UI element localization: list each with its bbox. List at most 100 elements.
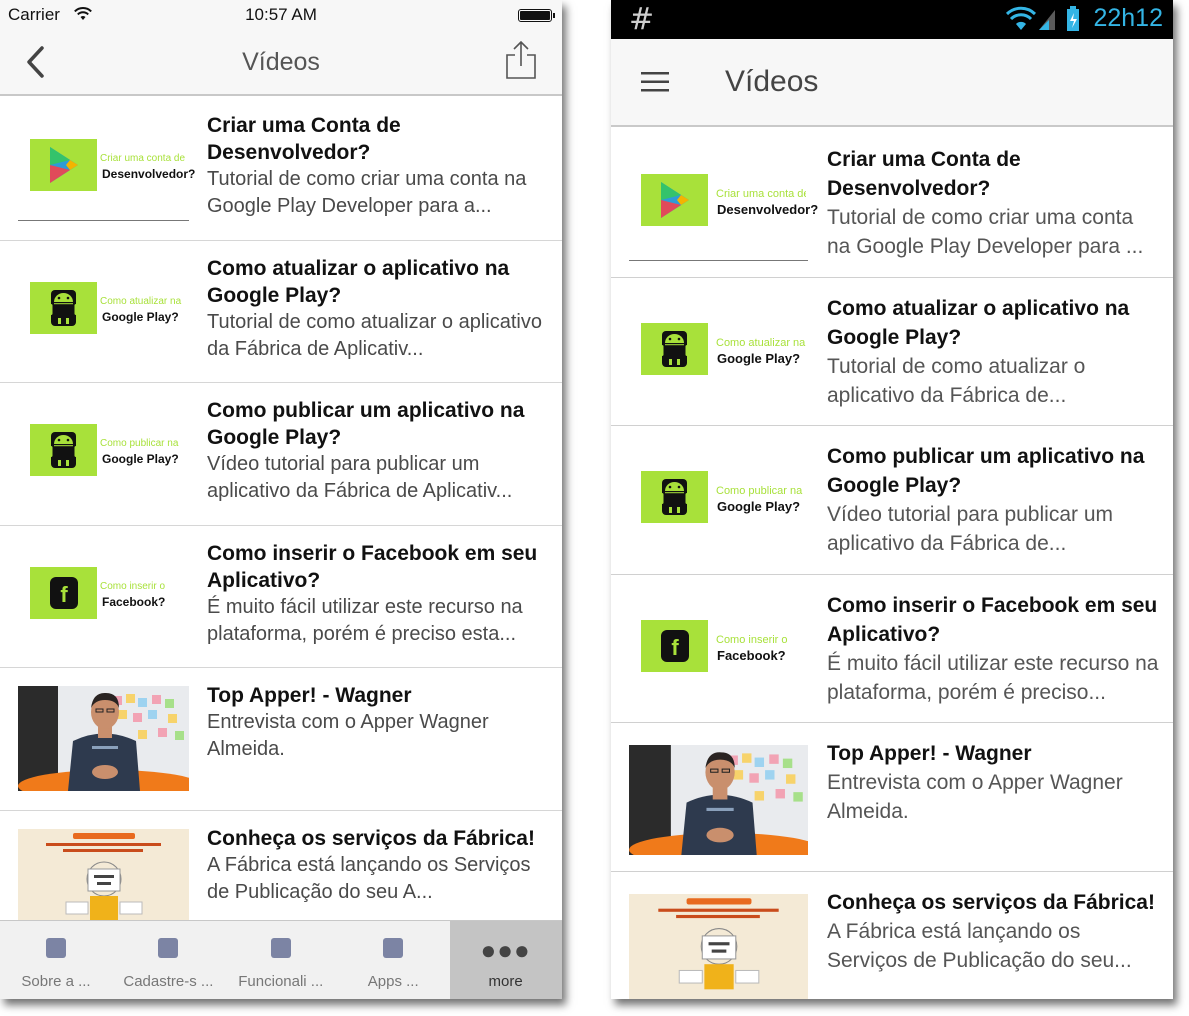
video-list-item[interactable]: Conheça os serviços da Fábrica! A Fábrica… — [0, 811, 562, 920]
ios-navigation-bar: Vídeos — [0, 32, 562, 96]
thumbnail-caption: Como atualizar na — [716, 336, 806, 349]
video-text: Conheça os serviços da Fábrica! A Fábrica… — [827, 888, 1162, 975]
video-thumbnail: Como atualizar na Google Play? — [18, 258, 189, 364]
video-list-item[interactable]: Conheça os serviços da Fábrica! A Fábrica… — [611, 872, 1173, 999]
hamburger-menu-icon[interactable] — [641, 71, 669, 93]
ios-clock: 10:57 AM — [245, 5, 317, 24]
video-list-item[interactable]: Como atualizar na Google Play? Como atuali… — [611, 278, 1173, 426]
tab-register[interactable]: Cadastre-s ... — [112, 921, 224, 999]
google-play-icon — [641, 174, 708, 226]
tab-about[interactable]: Sobre a ... — [0, 921, 112, 999]
thumbnail-heading: Desenvolvedor? — [717, 202, 819, 217]
video-list-item[interactable]: Como publicar na Google Play? Como publica… — [611, 426, 1173, 575]
video-thumbnail: f Como inserir o Facebook? — [18, 543, 189, 649]
page-title: Vídeos — [242, 48, 320, 76]
google-play-icon — [30, 139, 97, 191]
tab-more[interactable]: ●●● more — [449, 921, 562, 999]
ios-screen: Carrier 10:57 AM Vídeos Criar uma conta … — [0, 0, 562, 999]
video-thumbnail — [18, 686, 189, 791]
video-list-item[interactable]: Como publicar na Google Play? Como publica… — [0, 383, 562, 526]
android-icon — [30, 281, 97, 334]
video-list-item[interactable]: Top Apper! - Wagner Entrevista com o Appe… — [0, 668, 562, 811]
video-list-item[interactable]: Top Apper! - Wagner Entrevista com o Appe… — [611, 723, 1173, 872]
ios-status-bar: Carrier 10:57 AM — [0, 0, 562, 32]
video-thumbnail — [18, 828, 189, 920]
android-icon — [30, 424, 97, 476]
video-title: Top Apper! - Wagner — [827, 742, 1032, 765]
tab-label: Cadastre-s ... — [123, 973, 214, 990]
signal-battery-icons — [1005, 6, 1079, 31]
tab-label: Funcionali ... — [238, 973, 324, 990]
thumbnail-caption: Como atualizar na — [100, 295, 182, 307]
page-title: Vídeos — [725, 65, 819, 98]
video-text: Como publicar um aplicativo na Google Pl… — [207, 397, 547, 505]
video-thumbnail: f Como inserir o Facebook? — [629, 596, 808, 707]
video-title: Como atualizar o aplicativo na Google Pl… — [207, 256, 510, 307]
video-title: Como publicar um aplicativo na Google Pl… — [207, 399, 525, 449]
video-description: É muito fácil utilizar este recurso na p… — [827, 651, 1159, 704]
tab-features[interactable]: Funcionali ... — [225, 921, 337, 999]
video-thumbnail: Como publicar na Google Play? — [18, 401, 189, 506]
facebook-icon: f — [30, 566, 97, 619]
tab-label: Sobre a ... — [21, 973, 91, 990]
video-description: A Fábrica está lançando os Serviços de P… — [827, 919, 1132, 972]
thumbnail-caption: Criar uma conta de — [100, 153, 186, 164]
ios-tab-bar: Sobre a ... Cadastre-s ... Funcionali ... A… — [0, 920, 562, 999]
thumbnail-caption: Criar uma conta de — [716, 188, 806, 200]
video-text: Como publicar um aplicativo na Google Pl… — [827, 442, 1162, 558]
video-title: Como inserir o Facebook em seu Aplicativ… — [207, 541, 538, 592]
video-thumbnail: Como publicar na Google Play? — [629, 448, 808, 558]
video-title: Criar uma Conta de Desenvolvedor? — [207, 114, 401, 164]
video-list-item[interactable]: Como atualizar na Google Play? Como atuali… — [0, 241, 562, 383]
thumbnail-caption: Como inserir o — [716, 633, 788, 646]
thumbnail-heading: Desenvolvedor? — [102, 167, 196, 181]
video-text: Criar uma Conta de Desenvolvedor? Tutoria… — [207, 112, 547, 220]
video-text: Top Apper! - Wagner Entrevista com o Appe… — [827, 739, 1162, 826]
video-title: Como inserir o Facebook em seu Aplicativ… — [827, 593, 1158, 646]
share-icon[interactable] — [504, 40, 538, 80]
video-description: Vídeo tutorial para publicar um aplicati… — [207, 453, 513, 502]
video-text: Como inserir o Facebook em seu Aplicativ… — [827, 591, 1162, 707]
thumbnail-heading: Google Play? — [102, 452, 179, 466]
video-text: Como atualizar o aplicativo na Google Pl… — [827, 294, 1162, 410]
about-icon — [46, 938, 66, 958]
register-icon — [158, 938, 179, 958]
video-title: Conheça os serviços da Fábrica! — [207, 826, 535, 850]
battery-icon — [518, 9, 555, 22]
android-status-bar: # 22h12 — [611, 0, 1173, 39]
video-title: Top Apper! - Wagner — [207, 684, 412, 707]
svg-text:f: f — [60, 582, 68, 607]
video-description: Tutorial de como criar uma conta na Goog… — [207, 168, 527, 217]
android-icon — [641, 322, 708, 375]
video-description: Tutorial de como atualizar o aplicativo … — [207, 310, 542, 360]
facebook-icon: f — [641, 619, 708, 672]
tab-label: Apps ... — [367, 973, 419, 990]
video-description: É muito fácil utilizar este recurso na p… — [207, 595, 523, 645]
android-screen: # 22h12 Vídeos Criar uma conta de Desenvo… — [611, 0, 1173, 999]
android-clock: 22h12 — [1093, 4, 1163, 32]
android-toolbar: Vídeos — [611, 39, 1173, 127]
thumbnail-caption: Como publicar na — [716, 485, 803, 497]
video-list[interactable]: Criar uma conta de Desenvolvedor? Criar um… — [611, 129, 1173, 999]
tab-apps[interactable]: Apps ... — [337, 921, 449, 999]
video-thumbnail — [629, 893, 808, 999]
video-list-item[interactable]: f Como inserir o Facebook? Como inserir o F… — [0, 526, 562, 668]
video-text: Conheça os serviços da Fábrica! A Fábrica… — [207, 825, 547, 906]
thumbnail-heading: Google Play? — [717, 350, 801, 366]
video-description: Vídeo tutorial para publicar um aplicati… — [827, 503, 1113, 555]
video-thumbnail: Criar uma conta de Desenvolvedor? — [629, 151, 818, 261]
more-icon: ●●● — [480, 935, 531, 965]
video-description: Entrevista com o Apper Wagner Almeida. — [207, 711, 489, 760]
apps-icon — [383, 938, 404, 958]
thumbnail-heading: Google Play? — [102, 309, 179, 324]
thumbnail-heading: Facebook? — [102, 594, 166, 609]
video-title: Como publicar um aplicativo na Google Pl… — [827, 445, 1145, 497]
video-list[interactable]: Criar uma conta de Desenvolvedor? Criar um… — [0, 98, 562, 920]
thumbnail-heading: Facebook? — [717, 647, 786, 663]
video-list-item[interactable]: Criar uma conta de Desenvolvedor? Criar um… — [611, 129, 1173, 278]
video-description: Tutorial de como criar uma conta na Goog… — [827, 206, 1144, 258]
video-text: Como inserir o Facebook em seu Aplicativ… — [207, 540, 547, 648]
video-list-item[interactable]: f Como inserir o Facebook? Como inserir o F… — [611, 575, 1173, 723]
video-title: Como atualizar o aplicativo na Google Pl… — [827, 296, 1130, 349]
video-list-item[interactable]: Criar uma conta de Desenvolvedor? Criar um… — [0, 98, 562, 241]
